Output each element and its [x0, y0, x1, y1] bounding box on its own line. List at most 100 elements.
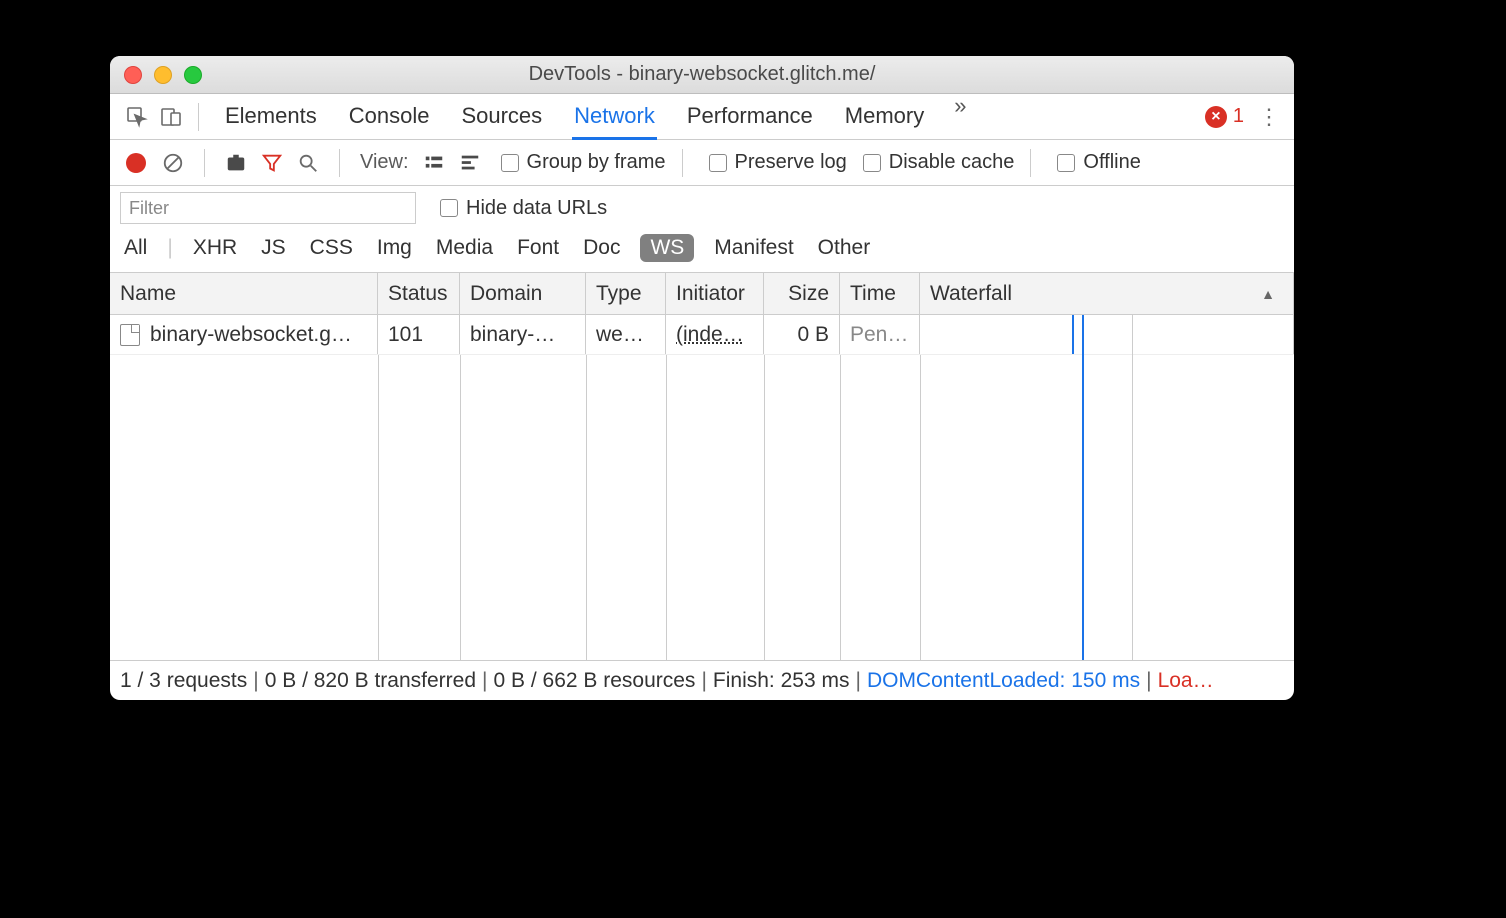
group-by-frame-label: Group by frame [527, 151, 666, 174]
minimize-window-icon[interactable] [154, 66, 172, 84]
status-requests: 1 / 3 requests [120, 669, 247, 693]
column-divider [840, 355, 841, 660]
overview-icon[interactable] [455, 148, 485, 178]
sort-ascending-icon: ▲ [1261, 286, 1275, 302]
filter-icon[interactable] [257, 148, 287, 178]
checkbox-icon [440, 199, 458, 217]
column-divider [764, 355, 765, 660]
group-by-frame-checkbox[interactable]: Group by frame [501, 151, 666, 174]
header-size[interactable]: Size [764, 273, 840, 314]
disable-cache-checkbox[interactable]: Disable cache [863, 151, 1015, 174]
column-divider [460, 355, 461, 660]
network-toolbar: View: Group by frame Preserve log Disabl… [110, 140, 1294, 186]
column-divider [666, 355, 667, 660]
cell-status: 101 [378, 315, 460, 354]
checkbox-icon [1057, 154, 1075, 172]
document-icon [120, 324, 140, 346]
window-title: DevTools - binary-websocket.glitch.me/ [110, 63, 1294, 86]
cell-size: 0 B [764, 315, 840, 354]
hide-data-urls-checkbox[interactable]: Hide data URLs [440, 197, 607, 220]
table-row[interactable]: binary-websocket.g… 101 binary-… we… (in… [110, 315, 1294, 355]
error-count[interactable]: × 1 [1205, 105, 1244, 128]
initiator-link[interactable]: (inde… [676, 323, 744, 347]
filter-input[interactable] [120, 192, 416, 224]
tab-performance[interactable]: Performance [685, 93, 815, 140]
traffic-lights [110, 66, 202, 84]
filter-ws[interactable]: WS [640, 234, 694, 262]
filter-js[interactable]: JS [257, 234, 290, 262]
header-domain[interactable]: Domain [460, 273, 586, 314]
more-tabs-icon[interactable]: » [954, 93, 966, 140]
tab-elements[interactable]: Elements [223, 93, 319, 140]
offline-label: Offline [1083, 151, 1140, 174]
divider [198, 103, 199, 131]
device-toolbar-icon[interactable] [154, 100, 188, 134]
preserve-log-label: Preserve log [735, 151, 847, 174]
header-type[interactable]: Type [586, 273, 666, 314]
waterfall-grid-line [1132, 315, 1133, 660]
offline-checkbox[interactable]: Offline [1057, 151, 1140, 174]
titlebar: DevTools - binary-websocket.glitch.me/ [110, 56, 1294, 94]
column-divider [586, 355, 587, 660]
filter-doc[interactable]: Doc [579, 234, 624, 262]
column-divider [920, 355, 921, 660]
filter-media[interactable]: Media [432, 234, 497, 262]
zoom-window-icon[interactable] [184, 66, 202, 84]
close-window-icon[interactable] [124, 66, 142, 84]
cell-domain: binary-… [460, 315, 586, 354]
search-icon[interactable] [293, 148, 323, 178]
column-divider [378, 355, 379, 660]
clear-icon[interactable] [158, 148, 188, 178]
filter-all[interactable]: All [120, 234, 151, 262]
filter-manifest[interactable]: Manifest [710, 234, 797, 262]
preserve-log-checkbox[interactable]: Preserve log [709, 151, 847, 174]
tab-sources[interactable]: Sources [459, 93, 544, 140]
divider [339, 149, 340, 177]
divider: | [167, 236, 172, 260]
tab-console[interactable]: Console [347, 93, 432, 140]
table-header: Name Status Domain Type Initiator Size T… [110, 273, 1294, 315]
disable-cache-label: Disable cache [889, 151, 1015, 174]
status-separator: | [482, 669, 487, 693]
cell-time: Pen… [840, 315, 920, 354]
cell-waterfall [920, 315, 1294, 354]
header-time[interactable]: Time [840, 273, 920, 314]
table-body: binary-websocket.g… 101 binary-… we… (in… [110, 315, 1294, 660]
checkbox-icon [501, 154, 519, 172]
status-separator: | [701, 669, 706, 693]
filter-img[interactable]: Img [373, 234, 416, 262]
status-separator: | [855, 669, 860, 693]
hide-data-urls-label: Hide data URLs [466, 197, 607, 220]
filter-bar: Hide data URLs [110, 186, 1294, 230]
status-bar: 1 / 3 requests | 0 B / 820 B transferred… [110, 660, 1294, 700]
kebab-menu-icon[interactable]: ⋮ [1254, 104, 1284, 130]
status-resources: 0 B / 662 B resources [493, 669, 695, 693]
divider [204, 149, 205, 177]
tab-network[interactable]: Network [572, 93, 657, 140]
header-name[interactable]: Name [110, 273, 378, 314]
view-label: View: [360, 151, 409, 174]
error-icon: × [1205, 106, 1227, 128]
filter-xhr[interactable]: XHR [189, 234, 241, 262]
header-initiator[interactable]: Initiator [666, 273, 764, 314]
header-waterfall[interactable]: Waterfall ▲ [920, 273, 1294, 314]
filter-css[interactable]: CSS [306, 234, 357, 262]
capture-screenshots-icon[interactable] [221, 148, 251, 178]
devtools-window: DevTools - binary-websocket.glitch.me/ E… [110, 56, 1294, 700]
header-waterfall-label: Waterfall [930, 282, 1012, 306]
divider [1030, 149, 1031, 177]
panel-tabbar: Elements Console Sources Network Perform… [110, 94, 1294, 140]
cell-initiator[interactable]: (inde… [666, 315, 764, 354]
inspect-element-icon[interactable] [120, 100, 154, 134]
waterfall-timing-line [1082, 315, 1084, 660]
filter-font[interactable]: Font [513, 234, 563, 262]
header-status[interactable]: Status [378, 273, 460, 314]
cell-name-text: binary-websocket.g… [150, 323, 352, 347]
waterfall-marker [1072, 315, 1074, 354]
status-separator: | [253, 669, 258, 693]
status-domcontentloaded: DOMContentLoaded: 150 ms [867, 669, 1140, 693]
tab-memory[interactable]: Memory [843, 93, 926, 140]
filter-other[interactable]: Other [814, 234, 875, 262]
large-rows-icon[interactable] [419, 148, 449, 178]
record-icon[interactable] [126, 153, 146, 173]
